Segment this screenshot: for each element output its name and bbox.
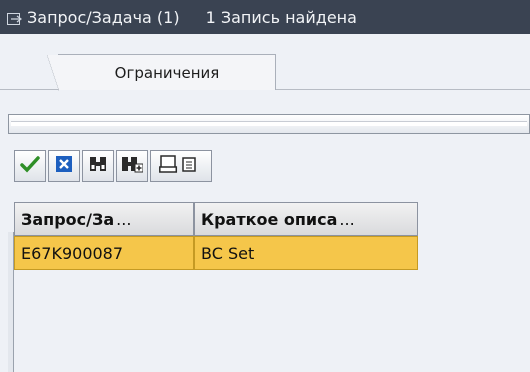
column-header-short-desc[interactable]: Краткое описа... [194,202,418,236]
panel-bar-inner [11,121,527,126]
toolbar [14,150,212,184]
find-button[interactable] [82,150,114,182]
print-icon [159,154,203,178]
cancel-icon [55,155,73,177]
results-grid: Запрос/За... Краткое описа... E67K900087… [14,202,418,270]
truncation-dots: ... [116,209,132,229]
tab-restrictions[interactable]: Ограничения [47,54,276,91]
find-next-button[interactable] [116,150,148,182]
records-found-status: 1 Запись найдена [205,7,357,27]
window-titlebar: Запрос/Задача (1) 1 Запись найдена [0,0,530,34]
left-scroll-edge [8,232,14,372]
window-title: Запрос/Задача (1) [27,7,180,27]
cell-short-description[interactable]: BC Set [194,236,418,270]
table-row[interactable]: E67K900087 BC Set [14,236,418,270]
tabstrip: Ограничения [0,49,530,91]
column-header-request-label: Запрос/За [21,209,115,229]
column-header-request[interactable]: Запрос/За... [14,202,194,236]
binoculars-plus-icon [121,155,144,177]
cancel-button[interactable] [48,150,80,182]
tab-restrictions-label: Ограничения [114,63,220,82]
grid-header: Запрос/За... Краткое описа... [14,202,418,236]
window-icon [7,11,22,25]
dialog-content: Ограничения Запрос/За ... Краткое описа … [0,34,530,372]
print-button[interactable] [150,150,212,182]
truncation-dots: ... [339,209,355,229]
panel-bar [8,114,530,134]
column-header-short-desc-label: Краткое описа [201,209,338,229]
confirm-button[interactable] [14,150,46,182]
binoculars-icon [88,155,108,177]
checkmark-icon [20,155,40,177]
cell-request-id[interactable]: E67K900087 [14,236,194,270]
